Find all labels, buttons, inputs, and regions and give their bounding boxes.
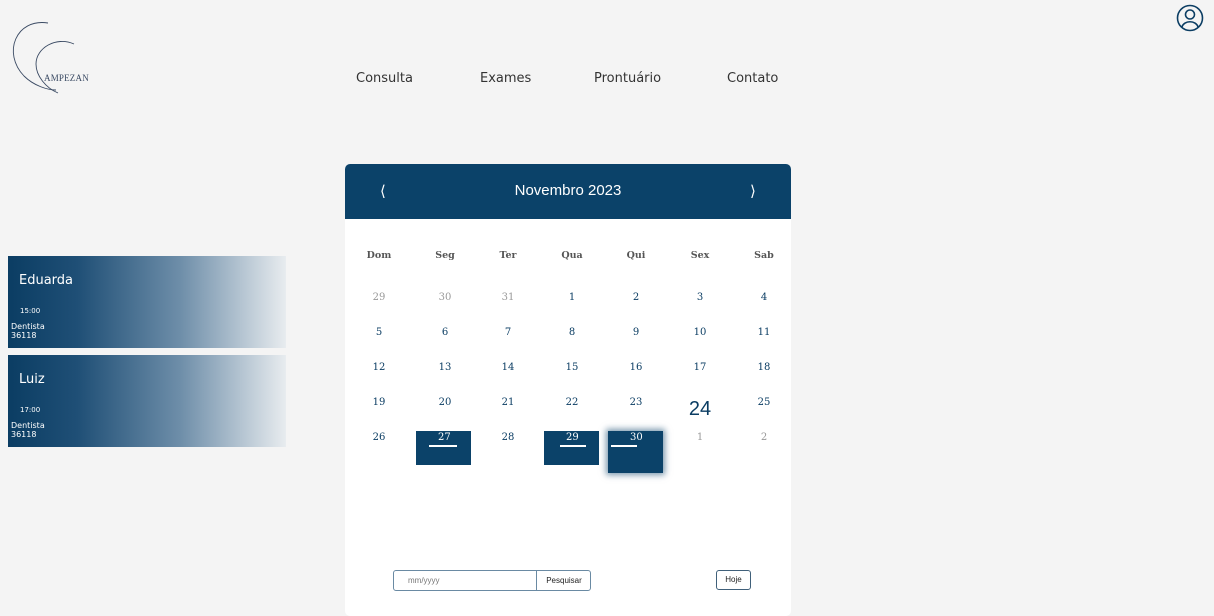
calendar-day[interactable]: 15	[552, 362, 592, 373]
calendar-day[interactable]: 18	[744, 362, 784, 373]
next-month-button[interactable]: ⟩	[750, 182, 756, 200]
specialty: Dentista	[11, 421, 45, 430]
weekday-qua: Qua	[561, 250, 583, 261]
marked-day-27[interactable]: 27	[416, 431, 471, 465]
day-number: 27	[438, 432, 451, 443]
user-profile-icon[interactable]	[1174, 2, 1206, 34]
calendar-header: ⟨ Novembro 2023 ⟩	[345, 164, 791, 219]
calendar-day[interactable]: 17	[680, 362, 720, 373]
day-number: 29	[566, 432, 579, 443]
calendar-day[interactable]: 3	[680, 292, 720, 303]
calendar-day[interactable]: 13	[425, 362, 465, 373]
nav-exames[interactable]: Exames	[480, 71, 531, 86]
today-button[interactable]: Hoje	[716, 570, 751, 590]
calendar-day[interactable]: 7	[488, 327, 528, 338]
calendar-day[interactable]: 4	[744, 292, 784, 303]
search-button[interactable]: Pesquisar	[536, 571, 591, 590]
appointment-code: 36118	[11, 331, 37, 340]
calendar-day[interactable]: 1	[680, 432, 720, 443]
calendar-day[interactable]: 11	[744, 327, 784, 338]
weekday-ter: Ter	[499, 250, 517, 261]
weekday-qui: Qui	[626, 250, 646, 261]
month-year-input[interactable]	[398, 573, 540, 587]
nav-consulta[interactable]: Consulta	[356, 71, 413, 86]
calendar-day[interactable]: 22	[552, 397, 592, 408]
date-search-box: Pesquisar	[393, 570, 591, 591]
calendar: ⟨ Novembro 2023 ⟩ Dom Seg Ter Qua Qui Se…	[345, 164, 791, 616]
logo-text: AMPEZAN	[44, 73, 89, 83]
patient-name: Luiz	[19, 372, 45, 387]
calendar-day[interactable]: 1	[552, 292, 592, 303]
appointment-card-luiz[interactable]: Luiz 17:00 Dentista 36118	[8, 355, 286, 447]
calendar-day[interactable]: 20	[425, 397, 465, 408]
appointment-details: Dentista 36118	[11, 322, 45, 340]
calendar-month-title: Novembro 2023	[514, 182, 622, 199]
calendar-day[interactable]: 9	[616, 327, 656, 338]
calendar-day[interactable]: 12	[359, 362, 399, 373]
calendar-day[interactable]: 10	[680, 327, 720, 338]
calendar-day-today[interactable]: 24	[680, 398, 720, 421]
calendar-day[interactable]: 6	[425, 327, 465, 338]
appointment-code: 36118	[11, 430, 37, 439]
calendar-day[interactable]: 14	[488, 362, 528, 373]
calendar-day[interactable]: 25	[744, 397, 784, 408]
nav-contato[interactable]: Contato	[727, 71, 778, 86]
calendar-day[interactable]: 21	[488, 397, 528, 408]
appointment-card-eduarda[interactable]: Eduarda 15:00 Dentista 36118	[8, 256, 286, 348]
calendar-day[interactable]: 16	[616, 362, 656, 373]
calendar-day[interactable]: 26	[359, 432, 399, 443]
calendar-day[interactable]: 29	[359, 292, 399, 303]
weekday-seg: Seg	[435, 250, 455, 261]
marker-line	[560, 445, 586, 447]
appointment-details: Dentista 36118	[11, 421, 45, 439]
calendar-day[interactable]: 30	[425, 292, 465, 303]
calendar-day[interactable]: 8	[552, 327, 592, 338]
weekday-dom: Dom	[366, 250, 392, 261]
calendar-day[interactable]: 28	[488, 432, 528, 443]
calendar-day[interactable]: 2	[744, 432, 784, 443]
weekday-sex: Sex	[690, 250, 710, 261]
calendar-day[interactable]: 23	[616, 397, 656, 408]
calendar-day[interactable]: 19	[359, 397, 399, 408]
marked-day-30[interactable]: 30	[608, 431, 663, 473]
calendar-day[interactable]: 31	[488, 292, 528, 303]
weekday-sab: Sab	[754, 250, 774, 261]
nav-prontuario[interactable]: Prontuário	[594, 71, 661, 86]
patient-name: Eduarda	[19, 273, 74, 288]
ampezan-logo	[12, 22, 75, 94]
day-number: 30	[630, 432, 643, 443]
marked-day-29[interactable]: 29	[544, 431, 599, 465]
specialty: Dentista	[11, 322, 45, 331]
appointment-time: 17:00	[20, 406, 41, 414]
marker-line	[429, 445, 457, 447]
calendar-day[interactable]: 2	[616, 292, 656, 303]
appointment-time: 15:00	[20, 307, 41, 315]
marker-line	[611, 445, 637, 447]
calendar-day[interactable]: 5	[359, 327, 399, 338]
